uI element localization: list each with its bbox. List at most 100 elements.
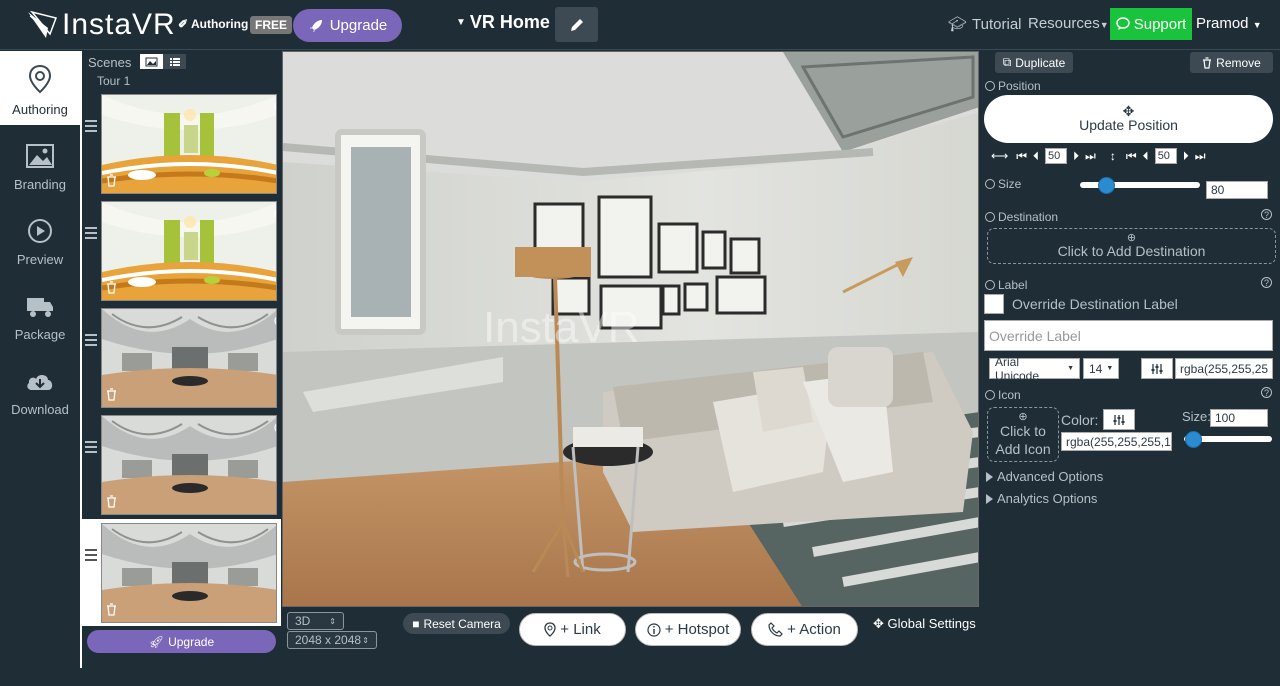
phone-icon — [768, 622, 783, 637]
tour-label: Tour 1 — [97, 74, 131, 88]
trash-icon[interactable] — [106, 603, 117, 619]
global-settings-link[interactable]: ✥ Global Settings — [873, 616, 976, 632]
vr-scene-viewer[interactable]: InstaVR — [282, 51, 979, 607]
size-section-label: Size — [985, 177, 1021, 191]
add-icon-button[interactable]: ⊕ Click to Add Icon — [987, 407, 1059, 462]
icon-size-label: Size: — [1182, 409, 1211, 424]
nav-package[interactable]: Package — [0, 276, 80, 350]
instavr-logo[interactable]: InstaVR — [26, 8, 176, 42]
scenes-panel: Scenes Tour 1 — [82, 51, 281, 626]
hotspot-pin-icon — [274, 315, 276, 334]
scene-item[interactable] — [82, 415, 281, 519]
drag-handle-icon[interactable] — [85, 227, 97, 242]
list-icon — [169, 57, 180, 66]
help-icon[interactable]: ? — [1261, 209, 1272, 220]
project-title: VR Home — [469, 12, 550, 32]
help-icon[interactable]: ? — [1261, 387, 1272, 398]
scene-thumbnail[interactable] — [101, 94, 277, 194]
trash-icon[interactable] — [106, 281, 117, 297]
stereo-mode-select[interactable]: 3D ⇕ — [287, 612, 344, 630]
scene-thumbnail[interactable] — [101, 415, 277, 515]
plus-circle-icon: ⊕ — [1126, 232, 1137, 244]
size-slider-handle[interactable] — [1098, 177, 1116, 194]
add-action-button[interactable]: + Action — [751, 613, 858, 646]
trash-icon[interactable] — [106, 388, 117, 404]
icon-size-input[interactable]: 100 — [1210, 409, 1268, 427]
add-link-button[interactable]: + Link — [519, 613, 626, 646]
font-family-select[interactable]: Arial Unicode ▼ — [989, 355, 1080, 383]
top-bar: InstaVR ✐ Authoring FREE Upgrade ▼ VR Ho… — [0, 0, 1280, 50]
nav-branding-label: Branding — [13, 177, 67, 192]
prev-icon[interactable]: ⏴ — [1143, 149, 1149, 164]
resolution-select[interactable]: 2048 x 2048 ⇕ — [287, 631, 377, 649]
resources-menu[interactable]: Resources▼ — [1028, 15, 1109, 32]
advanced-options-toggle[interactable]: Advanced Options — [986, 469, 1103, 484]
prev-icon[interactable]: ⏴ — [1033, 149, 1039, 164]
plan-badge: FREE — [250, 16, 293, 34]
tutorial-label: Tutorial — [972, 15, 1022, 33]
nav-download[interactable]: Download — [0, 351, 80, 425]
upgrade-button-sidebar[interactable]: 🚀︎ Upgrade — [87, 630, 276, 653]
last-icon[interactable]: ⏭ — [1085, 149, 1096, 164]
add-destination-button[interactable]: ⊕ Click to Add Destination — [987, 228, 1276, 264]
scene-thumbnail[interactable] — [101, 308, 277, 408]
drag-handle-icon[interactable] — [85, 120, 97, 135]
tutorial-link[interactable]: 🎓︎ Tutorial — [948, 15, 1022, 34]
update-position-label: Update Position — [1079, 117, 1178, 133]
edit-title-button[interactable] — [555, 7, 598, 42]
scene-item[interactable] — [82, 308, 281, 412]
hotspot-pin-icon — [274, 422, 276, 441]
drag-handle-icon[interactable] — [85, 334, 97, 349]
kitchen-panorama-image — [102, 95, 276, 193]
next-icon[interactable]: ⏵ — [1073, 149, 1079, 164]
user-menu[interactable]: Pramod ▼ — [1196, 15, 1262, 32]
image-icon — [145, 57, 158, 66]
position-controls: ⟷ ⏮ ⏴ 50 ⏵ ⏭ ↕ ⏮ ⏴ 50 ⏵ ⏭ — [991, 147, 1276, 165]
thumbnail-view-button[interactable] — [140, 54, 163, 69]
support-button[interactable]: Support — [1110, 8, 1192, 40]
update-position-button[interactable]: ✥ Update Position — [984, 95, 1273, 143]
reset-camera-button[interactable]: ■ Reset Camera — [403, 613, 510, 634]
list-view-button[interactable] — [163, 54, 186, 69]
add-hotspot-button[interactable]: + Hotspot — [635, 613, 741, 646]
analytics-options-toggle[interactable]: Analytics Options — [986, 491, 1097, 506]
next-icon[interactable]: ⏵ — [1183, 149, 1189, 164]
remove-button[interactable]: Remove — [1190, 52, 1273, 73]
upgrade-button[interactable]: Upgrade — [293, 9, 402, 42]
scene-thumbnail[interactable] — [101, 523, 277, 623]
position-y-input[interactable]: 50 — [1154, 148, 1177, 164]
move-arrows-icon: ✥ — [1122, 103, 1135, 119]
trash-icon[interactable] — [106, 495, 117, 511]
icon-size-slider-handle[interactable] — [1184, 431, 1202, 448]
scene-item[interactable] — [82, 94, 281, 198]
nav-preview-label: Preview — [16, 252, 64, 267]
duplicate-button[interactable]: ⧉ Duplicate — [995, 52, 1073, 73]
scene-thumbnail[interactable] — [101, 201, 277, 301]
icon-color-picker-button[interactable] — [1103, 409, 1135, 430]
label-color-input[interactable]: rgba(255,255,25 — [1175, 358, 1273, 379]
drag-handle-icon[interactable] — [85, 549, 97, 564]
trash-icon[interactable] — [106, 174, 117, 190]
copy-icon: ⧉ — [1002, 55, 1012, 69]
destination-section-label: Destination — [985, 210, 1058, 224]
override-label-input[interactable]: Override Label — [984, 320, 1273, 351]
nav-preview[interactable]: Preview — [0, 201, 80, 275]
font-size-select[interactable]: 14 ▼ — [1083, 358, 1119, 379]
add-icon-line2: Add Icon — [995, 440, 1051, 457]
last-icon[interactable]: ⏭ — [1195, 149, 1206, 164]
first-icon[interactable]: ⏮ — [1126, 149, 1137, 164]
scene-item-selected[interactable] — [82, 519, 281, 626]
drag-handle-icon[interactable] — [85, 441, 97, 456]
override-destination-checkbox[interactable] — [984, 294, 1004, 314]
project-title-dropdown[interactable]: ▼ VR Home — [456, 12, 550, 33]
position-x-input[interactable]: 50 — [1045, 148, 1068, 164]
nav-branding[interactable]: Branding — [0, 126, 80, 200]
size-input[interactable]: 80 — [1206, 181, 1268, 199]
icon-color-input[interactable]: rgba(255,255,255,1 — [1061, 432, 1172, 451]
label-color-picker-button[interactable] — [1141, 358, 1173, 379]
help-icon[interactable]: ? — [1261, 277, 1272, 288]
nav-authoring[interactable]: Authoring — [0, 51, 80, 125]
scene-item[interactable] — [82, 201, 281, 305]
analytics-options-label: Analytics Options — [997, 491, 1098, 506]
first-icon[interactable]: ⏮ — [1016, 149, 1027, 164]
